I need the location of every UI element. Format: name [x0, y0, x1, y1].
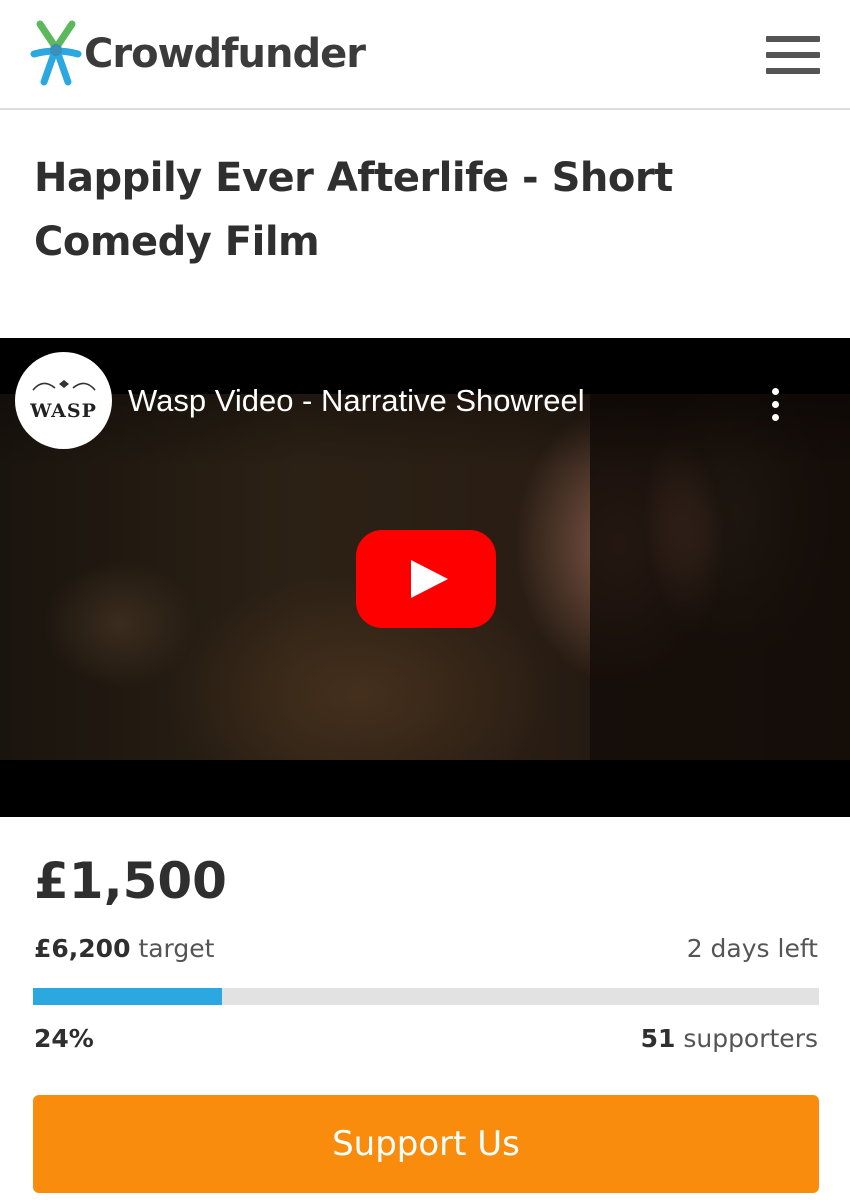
funding-progress-bar — [33, 988, 819, 1005]
youtube-play-icon[interactable] — [356, 530, 496, 628]
crowdfunder-logo[interactable]: Crowdfunder — [30, 18, 366, 90]
amount-raised: £1,500 — [34, 852, 227, 910]
logo-text: Crowdfunder — [84, 31, 366, 77]
channel-name: WASP — [30, 399, 97, 422]
target-amount: £6,200 — [34, 934, 131, 963]
support-us-button[interactable]: Support Us — [33, 1095, 819, 1193]
crowdfunder-logo-icon — [30, 20, 82, 86]
hamburger-menu-icon[interactable] — [766, 36, 820, 74]
funding-target: £6,200 target — [34, 934, 214, 963]
site-header: Crowdfunder — [0, 0, 850, 110]
video-title[interactable]: Wasp Video - Narrative Showreel — [128, 383, 585, 419]
supporters-number: 51 — [640, 1024, 676, 1053]
channel-avatar[interactable]: WASP — [15, 352, 112, 449]
supporters-label: supporters — [683, 1024, 818, 1053]
supporters-count: 51 supporters — [641, 1024, 818, 1053]
target-label: target — [138, 934, 215, 963]
progress-fill — [33, 988, 222, 1005]
wasp-ornament-icon — [31, 379, 96, 391]
funded-percent: 24% — [34, 1024, 94, 1053]
project-title: Happily Ever Afterlife - Short Comedy Fi… — [34, 155, 673, 265]
more-vertical-icon[interactable] — [766, 388, 784, 426]
days-left: 2 days left — [686, 934, 818, 963]
